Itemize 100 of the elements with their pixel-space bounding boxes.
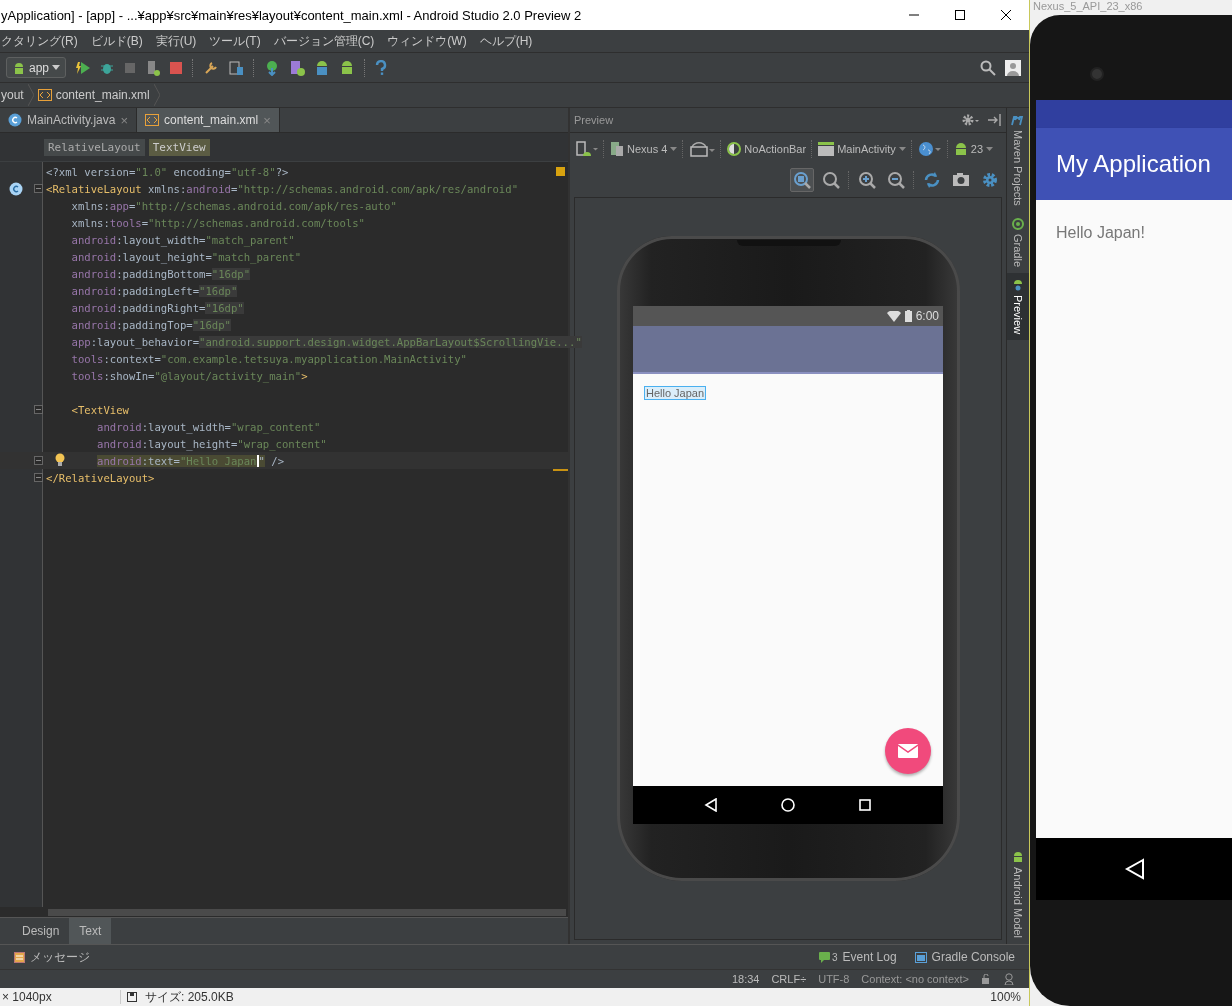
- menu-item[interactable]: ヘルプ(H): [479, 32, 540, 50]
- class-icon: [8, 113, 22, 127]
- code-line: android:layout_height="wrap_content": [97, 437, 327, 450]
- text-view: Hello Japan!: [1056, 224, 1145, 241]
- tool-window-label: Maven Projects: [1012, 130, 1024, 206]
- code-line: android:layout_width="wrap_content": [97, 420, 321, 433]
- tool-window-label: Gradle: [1012, 233, 1024, 267]
- breadcrumb-item[interactable]: yout: [1, 88, 24, 102]
- messages-tab[interactable]: メッセージ: [14, 948, 90, 966]
- tool-window-button[interactable]: Gradle Console: [914, 950, 1015, 964]
- code-line: android:text="Hello Japan " />: [97, 454, 285, 467]
- caret-position[interactable]: 18:34: [731, 973, 760, 985]
- xml-file-icon: [145, 114, 160, 126]
- maven-icon: [1011, 114, 1025, 126]
- bulb-icon[interactable]: [55, 453, 65, 467]
- settings-icon[interactable]: [962, 114, 980, 126]
- lock-icon[interactable]: [981, 974, 991, 984]
- file-encoding[interactable]: UTF-8: [818, 973, 850, 985]
- editor-mode-tab[interactable]: Text: [69, 918, 112, 944]
- menu-item[interactable]: ツール(T): [209, 32, 268, 50]
- stop-icon[interactable]: [169, 60, 184, 75]
- code-line: tools:showIn="@layout/activity_main">: [71, 369, 308, 382]
- back-icon[interactable]: [1124, 858, 1146, 880]
- code-line: xmlns:tools="http://schemas.android.com/tools": [71, 216, 365, 229]
- line-separator[interactable]: CRLF÷: [771, 973, 807, 985]
- zoom-fit-icon[interactable]: [790, 168, 814, 192]
- code-line: app:layout_behavior="android.support.design.widget.AppBarLayout$ScrollingVie...": [71, 335, 582, 348]
- code-line: <TextView: [71, 403, 129, 416]
- text-view[interactable]: Hello Japan: [645, 387, 706, 399]
- code-line: android:layout_width="match_parent": [71, 233, 295, 246]
- menu-item[interactable]: ビルド(B): [90, 32, 150, 50]
- run-icon[interactable]: [75, 59, 92, 76]
- zoom-level: 100%: [989, 990, 1022, 1004]
- run-config-dropdown[interactable]: app: [6, 57, 67, 78]
- envelope-icon: [898, 744, 918, 758]
- device-config-icon[interactable]: [576, 141, 598, 157]
- fold-icon[interactable]: [34, 473, 43, 482]
- camera-icon: [1090, 67, 1104, 81]
- menu-item[interactable]: 実行(U): [155, 32, 204, 50]
- search-icon[interactable]: [980, 59, 996, 76]
- fab-button[interactable]: [885, 728, 931, 774]
- tool-window-label: Preview: [1012, 294, 1024, 334]
- wrench-icon[interactable]: [203, 59, 220, 76]
- code-line: android:paddingLeft="16dp": [71, 284, 238, 297]
- breadcrumb-item[interactable]: content_main.xml: [37, 88, 150, 102]
- image-dimensions: × 1040px: [0, 990, 121, 1004]
- code-line: <?xml version="1.0" encoding="utf-8"?>: [46, 165, 289, 178]
- panel-title: Preview: [574, 114, 614, 126]
- editor-mode-tab[interactable]: Design: [12, 918, 70, 944]
- context-indicator[interactable]: Context: <no context>: [861, 973, 969, 985]
- speech-bubble-icon: [819, 951, 831, 963]
- tool-window-tab[interactable]: Android Model: [1007, 845, 1029, 944]
- window-icon: [818, 142, 835, 156]
- close-icon: [1001, 10, 1011, 20]
- phone-icon: [610, 141, 624, 157]
- emulator-title: Nexus_5_API_23_x86: [1032, 0, 1144, 14]
- class-icon[interactable]: [9, 182, 23, 196]
- gradle-icon: [1012, 217, 1024, 230]
- tag-path-item[interactable]: TextView: [148, 138, 210, 156]
- editor-tab[interactable]: content_main.xml ×: [137, 108, 280, 132]
- fold-icon[interactable]: [34, 405, 43, 414]
- tab-close-button[interactable]: ×: [120, 112, 129, 128]
- globe-icon[interactable]: [917, 141, 942, 157]
- theme-icon: [727, 142, 742, 156]
- api-level-dropdown[interactable]: 23: [953, 142, 994, 156]
- menu-item[interactable]: ウィンドウ(W): [387, 32, 474, 50]
- preview-icon: [1012, 278, 1024, 291]
- caret-icon: [52, 65, 61, 70]
- code-line: <RelativeLayout xmlns:android="http://schemas.android.com/apk/res/android": [46, 182, 518, 195]
- hide-panel-icon[interactable]: [988, 114, 1002, 126]
- tool-window-tab[interactable]: Preview: [1007, 272, 1029, 340]
- activity-dropdown[interactable]: MainActivity: [818, 142, 906, 156]
- help-icon[interactable]: [375, 59, 388, 76]
- back-icon[interactable]: [704, 798, 719, 812]
- android-icon: [953, 142, 968, 156]
- fold-icon[interactable]: [34, 456, 43, 465]
- tool-window-label: Android Model: [1012, 867, 1024, 938]
- code-line: android:paddingTop="16dp": [71, 318, 231, 331]
- theme-dropdown[interactable]: NoActionBar: [727, 142, 807, 156]
- xml-file-icon: [37, 89, 52, 101]
- recents-icon[interactable]: [857, 798, 872, 812]
- clock: 6:00: [915, 309, 939, 323]
- device-dropdown[interactable]: Nexus 4: [610, 141, 678, 157]
- tool-window-tab[interactable]: Gradle: [1007, 211, 1029, 273]
- battery-icon: [904, 310, 912, 322]
- fold-icon[interactable]: [34, 184, 43, 193]
- home-icon[interactable]: [781, 798, 795, 812]
- analysis-marker[interactable]: [556, 167, 565, 176]
- console-icon: [914, 951, 927, 963]
- menu-item[interactable]: クタリング(R): [1, 32, 85, 50]
- tool-window-tab[interactable]: Maven Projects: [1007, 108, 1029, 212]
- maximize-icon: [955, 10, 965, 20]
- orientation-icon[interactable]: [689, 141, 716, 157]
- tool-window-button[interactable]: 3 Event Log: [819, 950, 897, 964]
- code-line: android:paddingRight="16dp": [71, 301, 244, 314]
- tag-path-item[interactable]: RelativeLayout: [44, 138, 145, 156]
- scrollbar-thumb[interactable]: [48, 908, 566, 916]
- avatar-icon[interactable]: [1005, 59, 1021, 76]
- menu-item[interactable]: バージョン管理(C): [273, 32, 382, 50]
- code-line: android:layout_height="match_parent": [71, 250, 302, 263]
